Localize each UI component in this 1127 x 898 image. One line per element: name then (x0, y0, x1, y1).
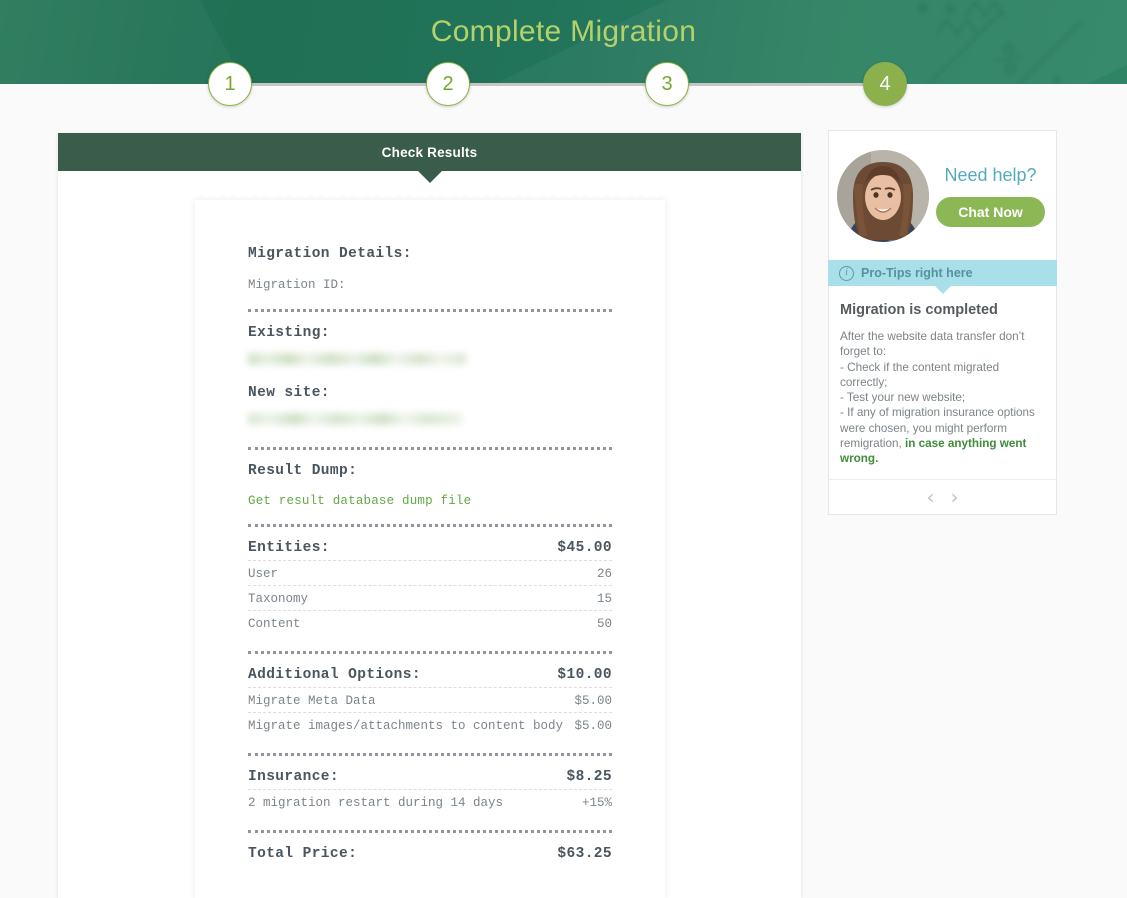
migration-id-label: Migration ID: (248, 278, 346, 292)
migration-receipt: Migration Details: Migration ID: Existin… (195, 191, 665, 898)
pro-tips-text: After the website data transfer don’t fo… (840, 329, 1042, 467)
chat-now-button[interactable]: Chat Now (936, 196, 1045, 227)
additional-options-section-header: Additional Options: $10.00 (248, 667, 612, 683)
pro-tips-title: Migration is completed (840, 302, 998, 318)
table-row: 2 migration restart during 14 days +15% (248, 789, 612, 814)
step-indicator-4[interactable]: 4 (863, 62, 907, 106)
result-dump-download-link[interactable]: Get result database dump file (248, 494, 471, 508)
insurance-heading: Insurance: (248, 769, 340, 785)
entity-label: Taxonomy (248, 592, 309, 606)
entities-total: $45.00 (557, 540, 612, 556)
table-row: Taxonomy 15 (248, 585, 612, 610)
tab-pointer-notch (417, 171, 442, 183)
table-row: Content 50 (248, 610, 612, 635)
step-indicator-1[interactable]: 1 (208, 62, 252, 106)
insurance-section-header: Insurance: $8.25 (248, 769, 612, 785)
result-dump-heading: Result Dump: (248, 463, 358, 479)
total-price-value: $63.25 (557, 846, 612, 862)
total-price-label: Total Price: (248, 846, 358, 862)
migration-stepper: 1 2 3 4 (0, 62, 1127, 108)
receipt-divider (248, 830, 612, 833)
pro-tips-pointer-notch (934, 286, 951, 294)
pro-tips-label: Pro-Tips right here (861, 266, 973, 280)
check-results-tab[interactable]: Check Results (58, 133, 801, 183)
insurance-label: 2 migration restart during 14 days (248, 796, 504, 810)
option-value: $5.00 (574, 719, 612, 733)
pro-tips-line-2: - Test your new website; (840, 391, 966, 405)
option-label: Migrate Meta Data (248, 694, 376, 708)
pro-tips-period: . (875, 452, 879, 466)
avatar-illustration (837, 149, 929, 242)
redacted-new-site (248, 413, 462, 425)
pro-tips-line-1: - Check if the content migrated correctl… (840, 360, 1000, 389)
step-indicator-3[interactable]: 3 (645, 62, 689, 106)
stepper-track (230, 83, 885, 86)
option-label: Migrate images/attachments to content bo… (248, 719, 564, 733)
table-row: Migrate images/attachments to content bo… (248, 712, 612, 737)
page-title: Complete Migration (430, 15, 697, 48)
insurance-value: +15% (581, 796, 612, 810)
table-row: Migrate Meta Data $5.00 (248, 687, 612, 712)
entities-section-header: Entities: $45.00 (248, 540, 612, 556)
additional-options-heading: Additional Options: (248, 667, 421, 683)
step-indicator-2[interactable]: 2 (426, 62, 470, 106)
total-price-row: Total Price: $63.25 (248, 846, 612, 862)
entity-value: 50 (596, 617, 612, 631)
new-site-heading: New site: (248, 385, 330, 401)
receipt-divider (248, 753, 612, 756)
pro-tips-intro: After the website data transfer don’t fo… (840, 330, 1025, 359)
additional-options-total: $10.00 (557, 667, 612, 683)
receipt-top-perforation (195, 191, 665, 200)
receipt-divider (248, 651, 612, 654)
migration-details-heading: Migration Details: (248, 246, 412, 262)
entity-value: 15 (596, 592, 612, 606)
receipt-divider (248, 309, 612, 312)
table-row: User 26 (248, 560, 612, 585)
entity-value: 26 (596, 567, 612, 581)
support-agent-avatar (837, 149, 929, 242)
pro-tips-header: i Pro-Tips right here (828, 260, 1057, 294)
chevron-right-icon[interactable]: › (951, 487, 959, 507)
need-help-card: Need help? Chat Now (828, 130, 1057, 260)
migration-id-row: Migration ID: (248, 274, 612, 296)
receipt-divider (248, 524, 612, 527)
new-site-value (248, 413, 612, 425)
need-help-label: Need help? (944, 164, 1037, 185)
pro-tips-body: Migration is completed After the website… (828, 286, 1057, 479)
redacted-existing-site (248, 353, 466, 365)
migration-receipt-wrapper: Migration Details: Migration ID: Existin… (195, 191, 665, 898)
chevron-left-icon[interactable]: ‹ (927, 487, 935, 507)
entity-label: User (248, 567, 279, 581)
check-results-tab-label: Check Results (381, 144, 478, 160)
receipt-divider (248, 447, 612, 450)
option-value: $5.00 (574, 694, 612, 708)
entities-heading: Entities: (248, 540, 330, 556)
existing-site-value (248, 353, 612, 365)
help-sidebar: Need help? Chat Now i Pro-Tips right her… (828, 130, 1057, 515)
need-help-content: Need help? Chat Now (929, 165, 1046, 227)
pro-tips-navigation: ‹ › (828, 478, 1057, 515)
info-icon: i (839, 265, 854, 281)
insurance-total: $8.25 (566, 769, 612, 785)
entity-label: Content (248, 617, 301, 631)
existing-site-heading: Existing: (248, 325, 330, 341)
